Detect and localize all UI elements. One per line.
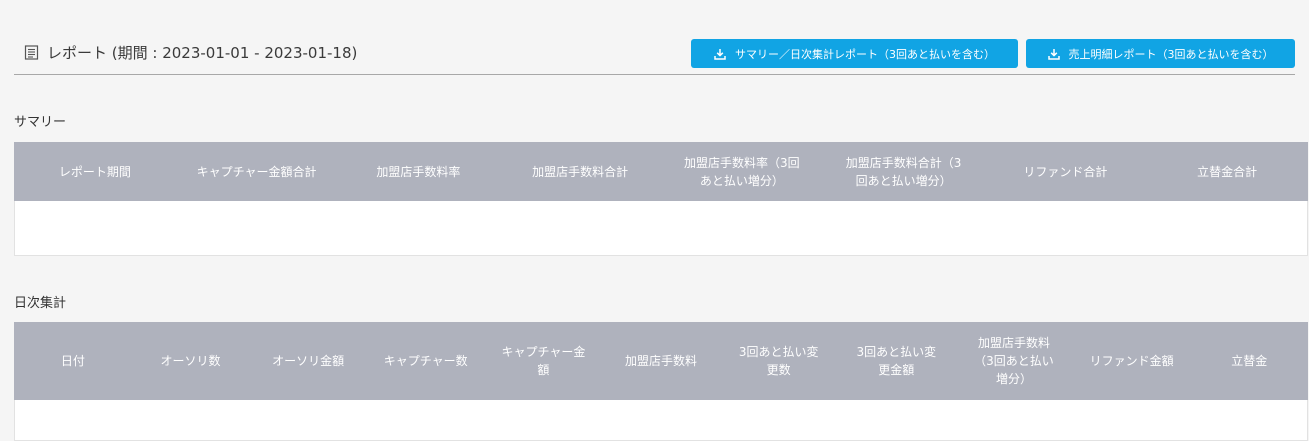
- column-header[interactable]: 加盟店手数料合計（3回あと払い増分）: [823, 142, 985, 201]
- sales-detail-report-download-button[interactable]: 売上明細レポート（3回あと払いを含む）: [1026, 39, 1295, 68]
- page-title-text: レポート (期間 : 2023-01-01 - 2023-01-18): [47, 44, 358, 62]
- column-header[interactable]: 加盟店手数料: [602, 322, 720, 400]
- column-header[interactable]: 加盟店手数料（3回あと払い増分）: [955, 322, 1073, 400]
- column-header[interactable]: 加盟店手数料率（3回あと払い増分）: [661, 142, 823, 201]
- column-header[interactable]: リファンド合計: [985, 142, 1147, 201]
- summary-section-label: サマリー: [14, 115, 67, 130]
- column-header[interactable]: キャプチャー金額: [485, 322, 603, 400]
- summary-table-body: [14, 201, 1308, 256]
- column-header[interactable]: 3回あと払い変更金額: [837, 322, 955, 400]
- page-title: レポート (期間 : 2023-01-01 - 2023-01-18): [24, 42, 357, 63]
- summary-table-header: レポート期間 キャプチャー金額合計 加盟店手数料率 加盟店手数料合計 加盟店手数…: [14, 142, 1308, 201]
- download-icon: [1047, 48, 1060, 60]
- column-header[interactable]: 日付: [14, 322, 132, 400]
- column-header[interactable]: 加盟店手数料率: [338, 142, 500, 201]
- column-header[interactable]: 3回あと払い変更数: [720, 322, 838, 400]
- column-header[interactable]: リファンド金額: [1073, 322, 1191, 400]
- daily-section-label: 日次集計: [14, 296, 67, 311]
- column-header[interactable]: キャプチャー数: [367, 322, 485, 400]
- daily-table-header: 日付 オーソリ数 オーソリ金額 キャプチャー数 キャプチャー金額 加盟店手数料 …: [14, 322, 1308, 400]
- sales-detail-report-download-label: 売上明細レポート（3回あと払いを含む）: [1068, 47, 1274, 61]
- column-header[interactable]: オーソリ金額: [249, 322, 367, 400]
- document-icon: [24, 45, 39, 60]
- column-header[interactable]: キャプチャー金額合計: [176, 142, 338, 201]
- column-header[interactable]: 立替金: [1190, 322, 1308, 400]
- report-header: レポート (期間 : 2023-01-01 - 2023-01-18) サマリー…: [14, 38, 1295, 75]
- column-header[interactable]: オーソリ数: [132, 322, 250, 400]
- summary-table: レポート期間 キャプチャー金額合計 加盟店手数料率 加盟店手数料合計 加盟店手数…: [14, 142, 1308, 256]
- summary-report-download-label: サマリー／日次集計レポート（3回あと払いを含む）: [735, 47, 995, 61]
- column-header[interactable]: 立替金合計: [1146, 142, 1308, 201]
- daily-table: 日付 オーソリ数 オーソリ金額 キャプチャー数 キャプチャー金額 加盟店手数料 …: [14, 322, 1308, 441]
- summary-report-download-button[interactable]: サマリー／日次集計レポート（3回あと払いを含む）: [691, 39, 1018, 68]
- column-header[interactable]: 加盟店手数料合計: [499, 142, 661, 201]
- column-header[interactable]: レポート期間: [14, 142, 176, 201]
- download-icon: [714, 48, 726, 60]
